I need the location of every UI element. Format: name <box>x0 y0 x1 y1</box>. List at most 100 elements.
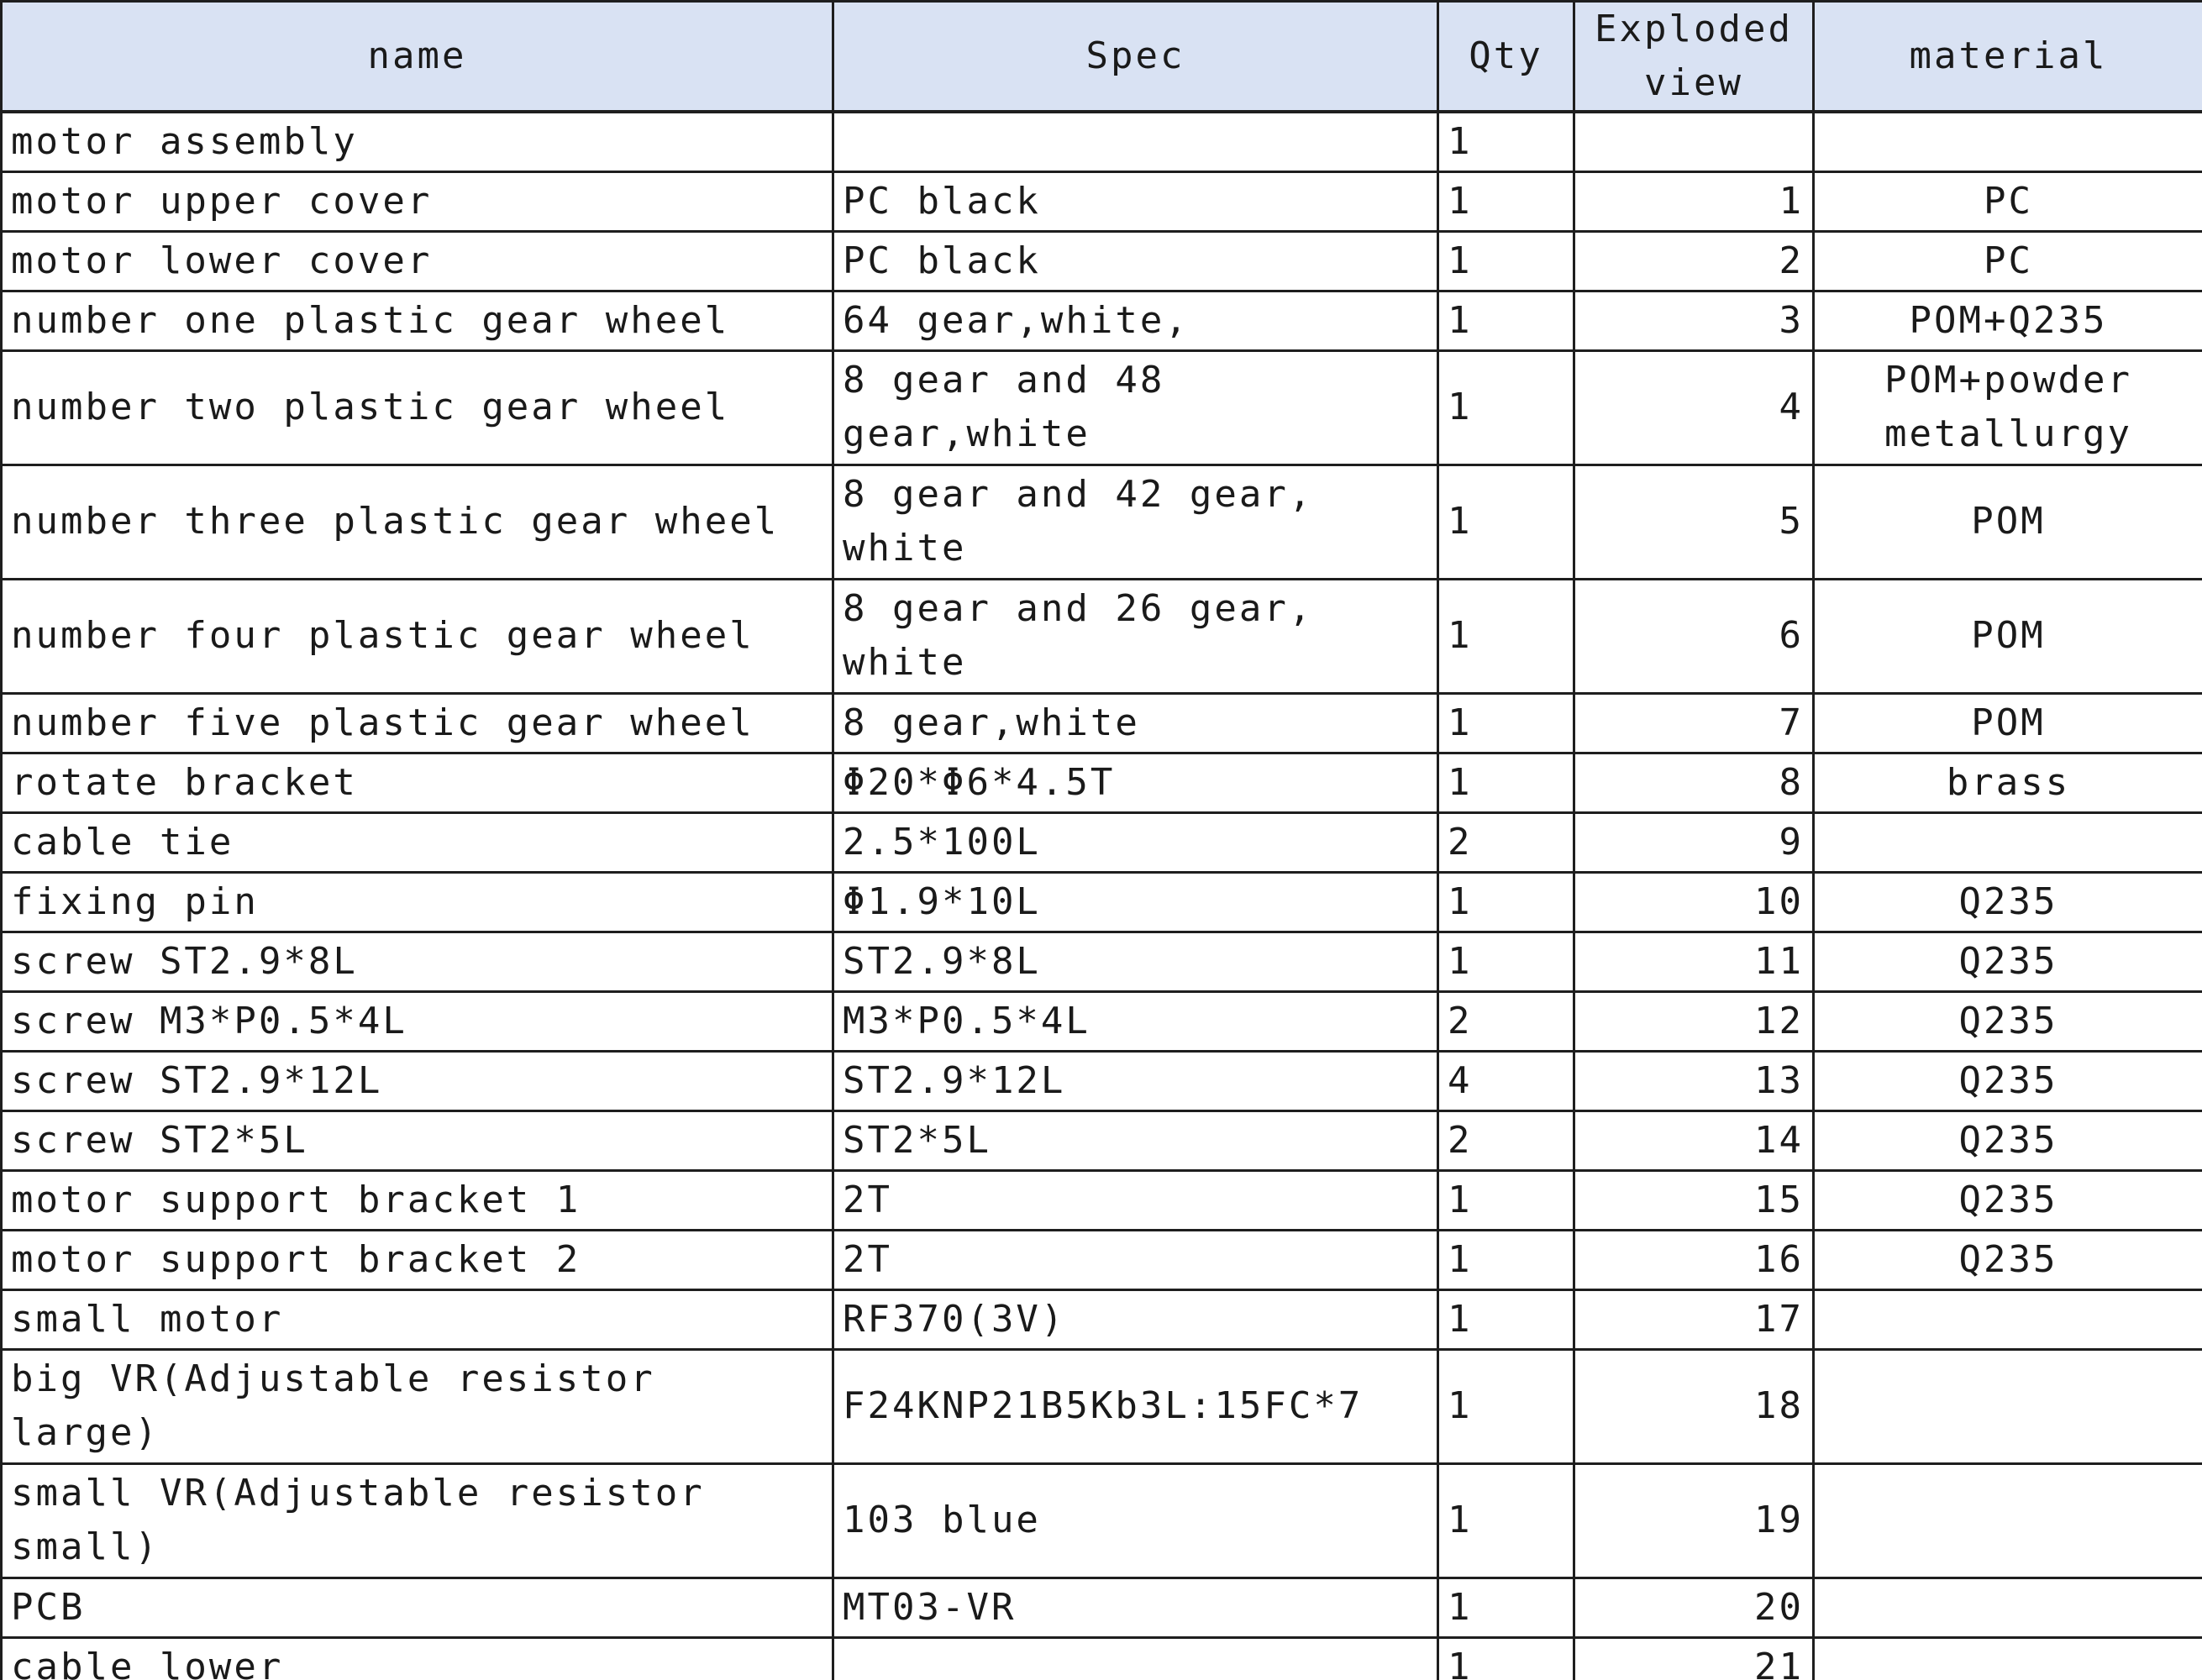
cell-name[interactable]: fixing pin <box>0 870 834 933</box>
cell-name[interactable]: number four plastic gear wheel <box>0 577 834 695</box>
cell-material[interactable] <box>1812 1288 2202 1351</box>
cell-name[interactable]: motor support bracket 2 <box>0 1228 834 1291</box>
cell-name[interactable]: number one plastic gear wheel <box>0 289 834 352</box>
cell-material[interactable]: PC <box>1812 170 2202 233</box>
cell-name[interactable]: cable tie <box>0 811 834 874</box>
cell-qty[interactable]: 1 <box>1437 1228 1575 1291</box>
cell-spec[interactable] <box>832 110 1439 173</box>
cell-qty[interactable]: 1 <box>1437 1288 1575 1351</box>
cell-material[interactable]: Q235 <box>1812 930 2202 993</box>
cell-exploded-view[interactable]: 18 <box>1573 1347 1815 1465</box>
cell-qty[interactable]: 1 <box>1437 1635 1575 1680</box>
cell-material[interactable]: POM <box>1812 577 2202 695</box>
cell-qty[interactable]: 1 <box>1437 349 1575 466</box>
cell-material[interactable]: POM+Q235 <box>1812 289 2202 352</box>
cell-material[interactable]: POM+powder metallurgy <box>1812 349 2202 466</box>
cell-spec[interactable]: 2T <box>832 1228 1439 1291</box>
cell-material[interactable] <box>1812 110 2202 173</box>
cell-material[interactable]: POM <box>1812 691 2202 754</box>
cell-spec[interactable]: MT03-VR <box>832 1576 1439 1639</box>
cell-name[interactable]: number two plastic gear wheel <box>0 349 834 466</box>
cell-material[interactable]: Q235 <box>1812 1109 2202 1172</box>
cell-name[interactable]: motor upper cover <box>0 170 834 233</box>
cell-exploded-view[interactable]: 12 <box>1573 990 1815 1053</box>
cell-qty[interactable]: 1 <box>1437 170 1575 233</box>
cell-qty[interactable]: 1 <box>1437 1462 1575 1579</box>
cell-exploded-view[interactable]: 8 <box>1573 751 1815 814</box>
cell-material[interactable]: Q235 <box>1812 1168 2202 1231</box>
cell-spec[interactable]: ST2.9*12L <box>832 1049 1439 1112</box>
cell-qty[interactable]: 1 <box>1437 1168 1575 1231</box>
cell-name[interactable]: motor lower cover <box>0 229 834 292</box>
cell-name[interactable]: motor assembly <box>0 110 834 173</box>
cell-material[interactable]: POM <box>1812 463 2202 580</box>
cell-spec[interactable]: 2.5*100L <box>832 811 1439 874</box>
cell-material[interactable]: PC <box>1812 229 2202 292</box>
cell-name[interactable]: number three plastic gear wheel <box>0 463 834 580</box>
cell-material[interactable] <box>1812 811 2202 874</box>
cell-qty[interactable]: 1 <box>1437 691 1575 754</box>
cell-exploded-view[interactable] <box>1573 110 1815 173</box>
cell-qty[interactable]: 1 <box>1437 1576 1575 1639</box>
cell-exploded-view[interactable]: 2 <box>1573 229 1815 292</box>
cell-qty[interactable]: 1 <box>1437 463 1575 580</box>
cell-exploded-view[interactable]: 13 <box>1573 1049 1815 1112</box>
cell-name[interactable]: screw ST2.9*12L <box>0 1049 834 1112</box>
cell-material[interactable]: brass <box>1812 751 2202 814</box>
column-header-material[interactable]: material <box>1812 0 2202 113</box>
cell-name[interactable]: number five plastic gear wheel <box>0 691 834 754</box>
cell-qty[interactable]: 1 <box>1437 870 1575 933</box>
cell-spec[interactable]: ST2.9*8L <box>832 930 1439 993</box>
column-header-exploded-view[interactable]: Exploded view <box>1573 0 1815 113</box>
cell-name[interactable]: screw ST2*5L <box>0 1109 834 1172</box>
cell-spec[interactable]: 8 gear and 26 gear, white <box>832 577 1439 695</box>
cell-qty[interactable]: 1 <box>1437 1347 1575 1465</box>
cell-spec[interactable]: 64 gear,white, <box>832 289 1439 352</box>
cell-exploded-view[interactable]: 17 <box>1573 1288 1815 1351</box>
cell-spec[interactable]: 8 gear,white <box>832 691 1439 754</box>
cell-material[interactable] <box>1812 1635 2202 1680</box>
cell-material[interactable] <box>1812 1347 2202 1465</box>
cell-exploded-view[interactable]: 7 <box>1573 691 1815 754</box>
cell-material[interactable]: Q235 <box>1812 870 2202 933</box>
cell-exploded-view[interactable]: 20 <box>1573 1576 1815 1639</box>
cell-exploded-view[interactable]: 1 <box>1573 170 1815 233</box>
cell-material[interactable]: Q235 <box>1812 1228 2202 1291</box>
cell-spec[interactable]: Φ20*Φ6*4.5T <box>832 751 1439 814</box>
cell-spec[interactable] <box>832 1635 1439 1680</box>
cell-exploded-view[interactable]: 3 <box>1573 289 1815 352</box>
column-header-qty[interactable]: Qty <box>1437 0 1575 113</box>
cell-qty[interactable]: 2 <box>1437 1109 1575 1172</box>
cell-name[interactable]: small motor <box>0 1288 834 1351</box>
cell-qty[interactable]: 4 <box>1437 1049 1575 1112</box>
cell-exploded-view[interactable]: 6 <box>1573 577 1815 695</box>
cell-name[interactable]: rotate bracket <box>0 751 834 814</box>
cell-qty[interactable]: 1 <box>1437 289 1575 352</box>
cell-spec[interactable]: RF370(3V) <box>832 1288 1439 1351</box>
cell-material[interactable] <box>1812 1576 2202 1639</box>
cell-spec[interactable]: 2T <box>832 1168 1439 1231</box>
cell-name[interactable]: motor support bracket 1 <box>0 1168 834 1231</box>
cell-spec[interactable]: Φ1.9*10L <box>832 870 1439 933</box>
cell-qty[interactable]: 2 <box>1437 811 1575 874</box>
cell-spec[interactable]: PC black <box>832 229 1439 292</box>
cell-exploded-view[interactable]: 4 <box>1573 349 1815 466</box>
cell-exploded-view[interactable]: 19 <box>1573 1462 1815 1579</box>
cell-qty[interactable]: 1 <box>1437 577 1575 695</box>
cell-spec[interactable]: 103 blue <box>832 1462 1439 1579</box>
cell-qty[interactable]: 1 <box>1437 751 1575 814</box>
cell-spec[interactable]: PC black <box>832 170 1439 233</box>
cell-exploded-view[interactable]: 5 <box>1573 463 1815 580</box>
cell-exploded-view[interactable]: 16 <box>1573 1228 1815 1291</box>
cell-spec[interactable]: F24KNP21B5Kb3L:15FC*7 <box>832 1347 1439 1465</box>
cell-name[interactable]: screw M3*P0.5*4L <box>0 990 834 1053</box>
cell-qty[interactable]: 1 <box>1437 930 1575 993</box>
cell-name[interactable]: small VR(Adjustable resistor small) <box>0 1462 834 1579</box>
cell-spec[interactable]: 8 gear and 48 gear,white <box>832 349 1439 466</box>
column-header-spec[interactable]: Spec <box>832 0 1439 113</box>
cell-name[interactable]: PCB <box>0 1576 834 1639</box>
cell-material[interactable]: Q235 <box>1812 1049 2202 1112</box>
cell-name[interactable]: screw ST2.9*8L <box>0 930 834 993</box>
cell-name[interactable]: cable lower <box>0 1635 834 1680</box>
cell-exploded-view[interactable]: 14 <box>1573 1109 1815 1172</box>
